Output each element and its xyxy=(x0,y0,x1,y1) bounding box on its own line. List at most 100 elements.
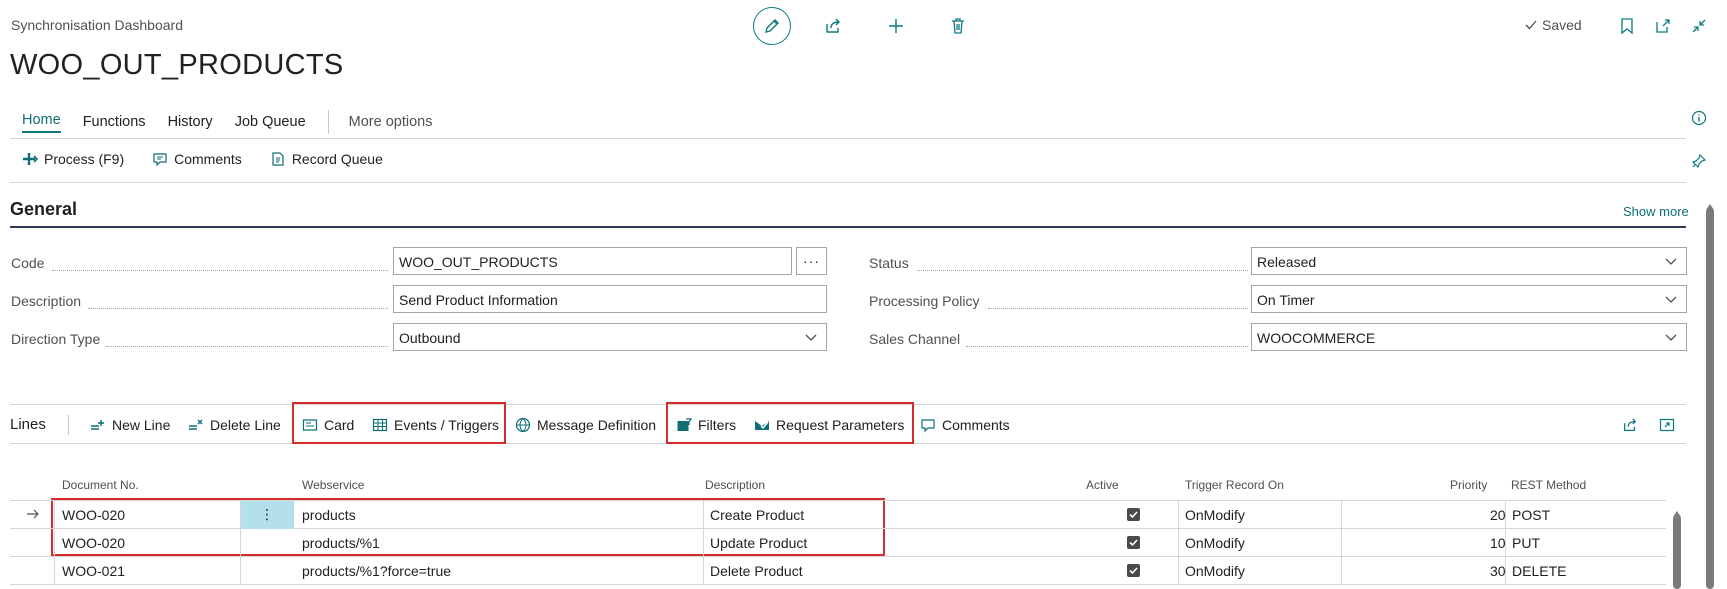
col-webservice[interactable]: Webservice xyxy=(302,478,364,492)
more-options[interactable]: More options xyxy=(349,114,433,130)
status-select[interactable]: Released xyxy=(1251,247,1687,275)
webservice-cell[interactable]: products xyxy=(302,501,356,529)
lines-share-button[interactable] xyxy=(1622,417,1638,433)
direction-type-select[interactable]: Outbound xyxy=(393,323,827,351)
rest-method-cell[interactable]: DELETE xyxy=(1512,557,1566,585)
arrow-right-icon xyxy=(27,509,39,519)
col-description[interactable]: Description xyxy=(705,478,765,492)
description-cell[interactable]: Update Product xyxy=(710,529,807,557)
table-row[interactable]: WOO-020 ⋮ products Create Product OnModi… xyxy=(10,501,1666,529)
col-active[interactable]: Active xyxy=(1086,478,1119,492)
status-value: Released xyxy=(1257,254,1317,270)
delete-line-button[interactable]: Delete Line xyxy=(188,417,281,433)
action-bar: Process (F9) Comments Record Queue xyxy=(22,151,411,167)
webservice-cell[interactable]: products/%1?force=true xyxy=(302,557,451,585)
new-line-label: New Line xyxy=(112,417,171,433)
row-divider xyxy=(54,557,55,585)
row-divider xyxy=(54,529,55,557)
lines-section-title[interactable]: Lines xyxy=(10,416,46,433)
webservice-cell[interactable]: products/%1 xyxy=(302,529,380,557)
share-button[interactable] xyxy=(814,7,852,45)
pin-icon xyxy=(1691,153,1707,169)
sales-channel-value: WOOCOMMERCE xyxy=(1257,330,1376,346)
row-divider xyxy=(1341,529,1342,557)
bookmark-button[interactable] xyxy=(1608,7,1646,45)
direction-type-value: Outbound xyxy=(399,330,461,346)
delete-button[interactable] xyxy=(939,7,977,45)
trigger-record-on-cell[interactable]: OnModify xyxy=(1185,557,1245,585)
lines-toolbar-divider xyxy=(68,415,69,435)
table-row[interactable]: WOO-020 products/%1 Update Product OnMod… xyxy=(10,529,1666,557)
tab-history[interactable]: History xyxy=(168,114,213,130)
document-no-cell[interactable]: WOO-021 xyxy=(62,557,125,585)
chevron-down-icon xyxy=(1665,258,1677,265)
comment-icon xyxy=(153,153,167,167)
document-no-cell[interactable]: WOO-020 xyxy=(62,501,125,529)
tab-home[interactable]: Home xyxy=(22,112,61,133)
saved-label: Saved xyxy=(1542,17,1582,33)
tab-job-queue[interactable]: Job Queue xyxy=(235,114,306,130)
priority-cell[interactable]: 30 xyxy=(1490,557,1506,585)
processing-policy-select[interactable]: On Timer xyxy=(1251,285,1687,313)
tab-functions[interactable]: Functions xyxy=(83,114,146,130)
description-field[interactable]: Send Product Information xyxy=(393,285,827,313)
row-divider xyxy=(1178,557,1179,585)
trigger-record-on-cell[interactable]: OnModify xyxy=(1185,501,1245,529)
highlight-card-events xyxy=(292,402,506,444)
code-field[interactable]: WOO_OUT_PRODUCTS xyxy=(393,247,792,275)
process-label: Process (F9) xyxy=(44,151,125,167)
trigger-record-on-cell[interactable]: OnModify xyxy=(1185,529,1245,557)
row-divider xyxy=(1505,529,1506,557)
expand-icon xyxy=(1659,418,1675,432)
breadcrumb: Synchronisation Dashboard xyxy=(11,17,183,33)
lines-comments-button[interactable]: Comments xyxy=(920,417,1010,433)
general-section-title[interactable]: General xyxy=(10,199,77,220)
col-trigger-record-on[interactable]: Trigger Record On xyxy=(1185,478,1284,492)
table-row[interactable]: WOO-021 products/%1?force=true Delete Pr… xyxy=(10,557,1666,585)
share-icon xyxy=(1624,418,1637,431)
description-cell[interactable]: Delete Product xyxy=(710,557,803,585)
collapse-icon xyxy=(1692,19,1706,33)
table-scrollbar[interactable] xyxy=(1673,515,1681,589)
lines-expand-button[interactable] xyxy=(1659,417,1675,433)
pin-button[interactable] xyxy=(1680,142,1718,180)
lines-comments-label: Comments xyxy=(942,417,1010,433)
info-button[interactable] xyxy=(1680,99,1718,137)
col-priority[interactable]: Priority xyxy=(1450,478,1487,492)
plus-icon xyxy=(889,19,903,33)
row-actions-button[interactable]: ⋮ xyxy=(240,501,294,529)
sales-channel-select[interactable]: WOOCOMMERCE xyxy=(1251,323,1687,351)
collapse-button[interactable] xyxy=(1680,7,1718,45)
col-rest-method[interactable]: REST Method xyxy=(1511,478,1586,492)
new-line-button[interactable]: New Line xyxy=(90,417,170,433)
show-more-link[interactable]: Show more xyxy=(1623,204,1689,219)
code-lookup-button[interactable]: ··· xyxy=(796,247,827,275)
record-queue-button[interactable]: Record Queue xyxy=(270,151,383,167)
edit-button[interactable] xyxy=(753,7,791,45)
row-divider xyxy=(240,501,241,529)
direction-type-label: Direction Type xyxy=(11,331,101,347)
active-checkbox[interactable] xyxy=(1127,564,1140,577)
priority-cell[interactable]: 20 xyxy=(1490,501,1506,529)
col-document-no[interactable]: Document No. xyxy=(62,478,139,492)
info-icon xyxy=(1691,110,1707,126)
comments-button[interactable]: Comments xyxy=(152,151,242,167)
process-button[interactable]: Process (F9) xyxy=(22,151,124,167)
active-checkbox[interactable] xyxy=(1127,536,1140,549)
message-definition-label: Message Definition xyxy=(537,417,657,433)
message-definition-button[interactable]: Message Definition xyxy=(515,417,656,433)
row-divider xyxy=(240,557,241,585)
new-line-icon xyxy=(91,420,104,430)
active-checkbox[interactable] xyxy=(1127,508,1140,521)
new-button[interactable] xyxy=(877,7,915,45)
trash-icon xyxy=(952,18,964,34)
rest-method-cell[interactable]: POST xyxy=(1512,501,1550,529)
page-scrollbar[interactable] xyxy=(1706,208,1714,589)
document-no-cell[interactable]: WOO-020 xyxy=(62,529,125,557)
chevron-down-icon xyxy=(1665,296,1677,303)
rest-method-cell[interactable]: PUT xyxy=(1512,529,1540,557)
priority-cell[interactable]: 10 xyxy=(1490,529,1506,557)
open-new-window-button[interactable] xyxy=(1644,7,1682,45)
description-cell[interactable]: Create Product xyxy=(710,501,804,529)
code-leader xyxy=(52,270,388,271)
